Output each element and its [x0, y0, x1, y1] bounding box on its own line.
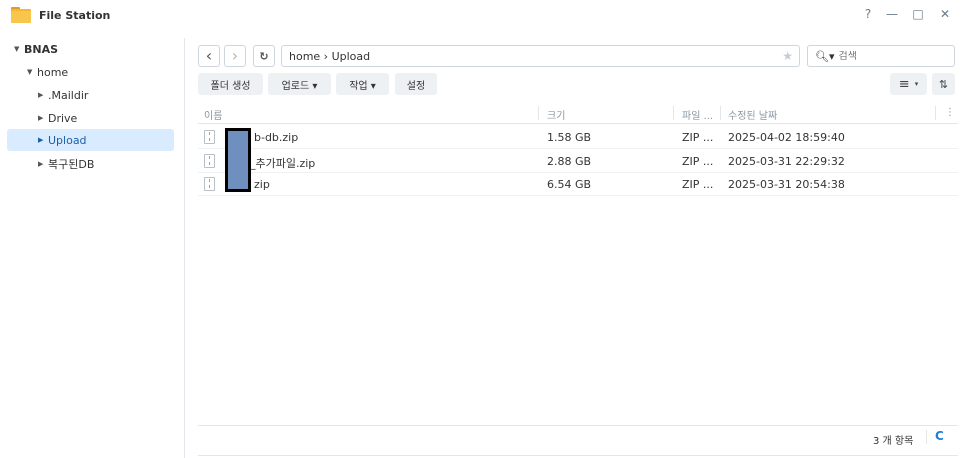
tree-item-drive[interactable]: ▶ Drive: [38, 107, 77, 129]
tree-root-bnas[interactable]: ▼ BNAS: [14, 38, 58, 60]
settings-button[interactable]: 설정: [395, 73, 437, 95]
refresh-icon: ↻: [259, 49, 269, 63]
zip-file-icon: [204, 154, 215, 168]
tree-item-home[interactable]: ▼ home: [27, 61, 68, 83]
minimize-icon[interactable]: —: [884, 7, 900, 21]
tree-item-label: .Maildir: [48, 88, 89, 102]
caret-right-icon: ▶: [38, 136, 44, 144]
zip-file-icon: [204, 177, 215, 191]
file-modified: 2025-03-31 22:29:32: [728, 155, 845, 168]
tree-item-label: Upload: [48, 133, 87, 147]
maximize-icon[interactable]: □: [910, 7, 926, 21]
file-modified: 2025-04-02 18:59:40: [728, 131, 845, 144]
column-options-icon[interactable]: ⋮: [945, 107, 955, 118]
view-mode-button[interactable]: ≡ ▾: [890, 73, 927, 95]
file-type: ZIP ...: [682, 155, 714, 168]
tree-item-label: Drive: [48, 111, 78, 125]
tree-item-maildir[interactable]: ▶ .Maildir: [38, 84, 88, 106]
chevron-down-icon: ▾: [914, 80, 919, 88]
sort-icon: ⇅: [938, 77, 949, 91]
footer-divider: [198, 425, 958, 426]
refresh-icon[interactable]: C: [935, 429, 944, 443]
column-header-type[interactable]: 파일 ...: [682, 107, 713, 122]
file-modified: 2025-03-31 20:54:38: [728, 178, 845, 191]
search-field[interactable]: 🔍︎▾: [807, 45, 955, 67]
tree-item-label: 복구된DB: [48, 158, 95, 171]
table-row[interactable]: b-db.zip 1.58 GB ZIP ... 2025-04-02 18:5…: [198, 126, 958, 149]
app-title: File Station: [39, 9, 111, 22]
help-icon[interactable]: ?: [860, 7, 876, 21]
sort-button[interactable]: ⇅: [932, 73, 955, 95]
caret-right-icon: ▶: [38, 114, 44, 122]
forward-button[interactable]: ›: [224, 45, 246, 67]
column-divider[interactable]: [720, 106, 721, 120]
file-size: 2.88 GB: [547, 155, 592, 168]
file-size: 1.58 GB: [547, 131, 592, 144]
column-header-size[interactable]: 크기: [547, 107, 565, 122]
tree-item-label: home: [37, 65, 69, 79]
create-folder-button[interactable]: 폴더 생성: [198, 73, 263, 95]
back-button[interactable]: ‹: [198, 45, 220, 67]
column-divider[interactable]: [935, 106, 936, 120]
table-header: 이름 크기 파일 ... 수정된 날짜 ⋮: [198, 102, 958, 124]
item-count: 3 개 항목: [873, 436, 914, 447]
column-divider[interactable]: [673, 106, 674, 120]
caret-down-icon: ▼: [27, 68, 33, 76]
file-name: zip: [254, 178, 270, 191]
bottom-divider: [198, 455, 958, 456]
footer-separator: [926, 430, 927, 444]
chevron-left-icon: ‹: [205, 46, 213, 65]
table-row[interactable]: _추가파일.zip 2.88 GB ZIP ... 2025-03-31 22:…: [198, 150, 958, 173]
table-row[interactable]: zip 6.54 GB ZIP ... 2025-03-31 20:54:38: [198, 173, 958, 196]
column-divider[interactable]: [538, 106, 539, 120]
close-icon[interactable]: ✕: [937, 7, 953, 21]
tree-item-upload[interactable]: ▶ Upload: [7, 129, 174, 151]
refresh-button[interactable]: ↻: [253, 45, 275, 67]
file-type: ZIP ...: [682, 178, 714, 191]
search-input[interactable]: [838, 50, 949, 62]
file-name: b-db.zip: [254, 131, 299, 144]
breadcrumb: home › Upload: [289, 49, 371, 63]
zip-file-icon: [204, 130, 215, 144]
column-header-name[interactable]: 이름: [204, 107, 222, 122]
search-icon[interactable]: 🔍︎▾: [815, 50, 835, 63]
tree-item-recovered-db[interactable]: ▶ 복구된DB: [38, 153, 94, 175]
star-icon[interactable]: ★: [782, 49, 793, 63]
chevron-right-icon: ›: [231, 46, 239, 65]
list-view-icon: ≡: [898, 76, 910, 92]
caret-right-icon: ▶: [38, 91, 44, 99]
file-type: ZIP ...: [682, 131, 714, 144]
caret-right-icon: ▶: [38, 160, 44, 168]
tree-root-label: BNAS: [24, 42, 59, 56]
action-button[interactable]: 작업 ▾: [336, 73, 389, 95]
redaction-box: [225, 128, 251, 192]
column-header-modified[interactable]: 수정된 날짜: [728, 107, 777, 122]
file-size: 6.54 GB: [547, 178, 592, 191]
file-station-icon: [11, 7, 31, 23]
caret-down-icon: ▼: [14, 45, 20, 53]
path-bar[interactable]: home › Upload ★: [281, 45, 800, 67]
upload-button[interactable]: 업로드 ▾: [268, 73, 331, 95]
sidebar-tree: ▼ BNAS ▼ home ▶ .Maildir ▶ Drive ▶ Uploa…: [0, 38, 185, 458]
file-name: _추가파일.zip: [250, 157, 316, 170]
title-bar: File Station ? — □ ✕: [0, 0, 966, 32]
